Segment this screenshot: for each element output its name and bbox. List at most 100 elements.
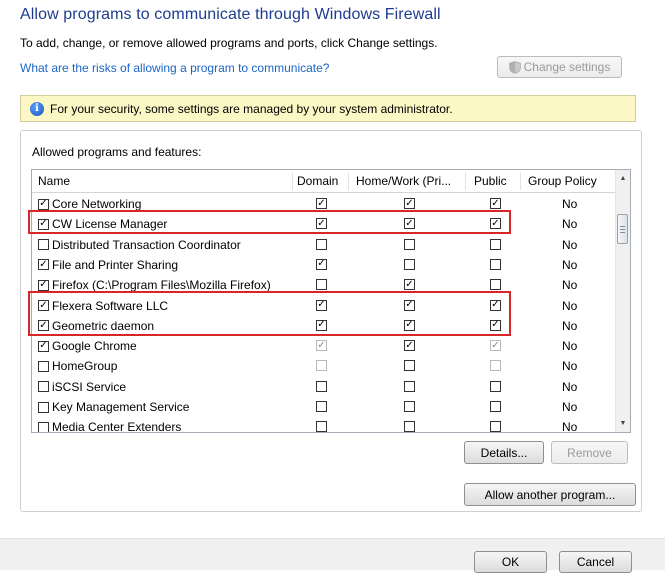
programs-list[interactable]: Name Domain Home/Work (Pri... Public Gro… [31, 169, 631, 433]
enabled-checkbox[interactable] [38, 239, 49, 251]
page-title: Allow programs to communicate through Wi… [20, 6, 441, 23]
table-row[interactable]: Core Networking No [32, 194, 616, 214]
program-name: CW License Manager [52, 217, 168, 232]
public-checkbox[interactable] [490, 380, 501, 392]
cancel-button[interactable]: Cancel [559, 551, 632, 573]
table-row[interactable]: iSCSI Service No [32, 377, 616, 397]
table-row[interactable]: CW License Manager No [32, 214, 616, 234]
info-bar-text: For your security, some settings are man… [50, 101, 453, 116]
home-checkbox[interactable] [404, 360, 415, 372]
enabled-checkbox[interactable] [38, 381, 49, 393]
table-row[interactable]: Geometric daemon No [32, 316, 616, 336]
enabled-checkbox[interactable] [38, 340, 49, 352]
domain-checkbox[interactable] [316, 421, 327, 432]
program-name-cell: Firefox (C:\Program Files\Mozilla Firefo… [38, 278, 271, 292]
column-header-name[interactable]: Name [38, 170, 70, 192]
column-header-home-work[interactable]: Home/Work (Pri... [356, 170, 451, 192]
program-name-cell: Distributed Transaction Coordinator [38, 238, 241, 252]
domain-checkbox[interactable] [316, 401, 327, 412]
home-checkbox[interactable] [404, 380, 415, 392]
home-checkbox[interactable] [404, 238, 415, 250]
change-settings-button[interactable]: Change settings [497, 56, 622, 78]
program-name-cell: iSCSI Service [38, 380, 126, 394]
domain-checkbox[interactable] [316, 198, 327, 209]
table-row[interactable]: Media Center Extenders No [32, 417, 616, 433]
scroll-up-icon[interactable]: ▲ [616, 170, 630, 187]
group-policy-value: No [562, 197, 578, 211]
public-checkbox[interactable] [490, 421, 501, 432]
risks-link[interactable]: What are the risks of allowing a program… [20, 61, 329, 75]
domain-checkbox[interactable] [316, 258, 327, 270]
public-checkbox[interactable] [490, 401, 501, 412]
group-policy-value: No [562, 400, 578, 414]
table-row[interactable]: Key Management Service No [32, 397, 616, 417]
public-checkbox[interactable] [490, 258, 501, 270]
home-checkbox[interactable] [404, 218, 415, 230]
table-row[interactable]: HomeGroup No [32, 356, 616, 376]
details-button[interactable]: Details... [464, 441, 544, 464]
list-header: Name Domain Home/Work (Pri... Public Gro… [32, 170, 616, 193]
home-checkbox[interactable] [404, 299, 415, 311]
group-policy-value: No [562, 237, 578, 252]
domain-checkbox[interactable] [316, 238, 327, 250]
enabled-checkbox[interactable] [38, 320, 49, 332]
table-row[interactable]: Google Chrome No [32, 336, 616, 356]
program-name: Firefox (C:\Program Files\Mozilla Firefo… [52, 278, 271, 293]
enabled-checkbox[interactable] [38, 259, 49, 271]
group-policy-value: No [562, 257, 578, 272]
program-name: iSCSI Service [52, 379, 127, 394]
enabled-checkbox[interactable] [38, 401, 49, 413]
domain-checkbox[interactable] [316, 380, 327, 392]
home-checkbox[interactable] [404, 401, 415, 412]
scroll-thumb[interactable] [617, 214, 628, 244]
home-checkbox[interactable] [404, 198, 415, 209]
security-info-bar: i For your security, some settings are m… [20, 95, 636, 122]
public-checkbox[interactable] [490, 238, 501, 250]
scroll-down-icon[interactable]: ▼ [616, 415, 630, 432]
domain-checkbox[interactable] [316, 340, 327, 352]
ok-button[interactable]: OK [474, 551, 547, 573]
group-policy-value: No [562, 318, 578, 333]
list-scrollbar[interactable]: ▲ ▼ [615, 170, 630, 432]
enabled-checkbox[interactable] [38, 300, 49, 311]
public-checkbox[interactable] [490, 198, 501, 209]
column-header-domain[interactable]: Domain [297, 170, 338, 192]
group-policy-value: No [562, 298, 578, 313]
public-checkbox[interactable] [490, 279, 501, 291]
program-name-cell: Google Chrome [38, 339, 137, 353]
column-header-public[interactable]: Public [474, 170, 507, 192]
home-checkbox[interactable] [404, 258, 415, 270]
table-row[interactable]: Distributed Transaction Coordinator No [32, 235, 616, 255]
allow-another-program-button[interactable]: Allow another program... [464, 483, 636, 506]
program-name: File and Printer Sharing [52, 257, 179, 272]
enabled-checkbox[interactable] [38, 218, 49, 230]
table-row[interactable]: Flexera Software LLC No [32, 296, 616, 316]
remove-button[interactable]: Remove [551, 441, 628, 464]
public-checkbox[interactable] [490, 340, 501, 352]
home-checkbox[interactable] [404, 421, 415, 432]
table-row[interactable]: File and Printer Sharing No [32, 255, 616, 275]
enabled-checkbox[interactable] [38, 421, 49, 432]
group-policy-value: No [562, 359, 578, 374]
enabled-checkbox[interactable] [38, 360, 49, 372]
domain-checkbox[interactable] [316, 218, 327, 230]
public-checkbox[interactable] [490, 360, 501, 372]
public-checkbox[interactable] [490, 299, 501, 311]
domain-checkbox[interactable] [316, 319, 327, 331]
home-checkbox[interactable] [404, 340, 415, 352]
public-checkbox[interactable] [490, 319, 501, 331]
domain-checkbox[interactable] [316, 299, 327, 311]
enabled-checkbox[interactable] [38, 279, 49, 291]
program-name: HomeGroup [52, 359, 118, 374]
domain-checkbox[interactable] [316, 360, 327, 372]
public-checkbox[interactable] [490, 218, 501, 230]
program-name: Media Center Extenders [52, 420, 182, 433]
group-policy-value: No [562, 420, 578, 433]
home-checkbox[interactable] [404, 279, 415, 291]
table-row[interactable]: Firefox (C:\Program Files\Mozilla Firefo… [32, 275, 616, 295]
column-header-group-policy[interactable]: Group Policy [528, 170, 597, 192]
home-checkbox[interactable] [404, 319, 415, 331]
domain-checkbox[interactable] [316, 279, 327, 291]
enabled-checkbox[interactable] [38, 198, 49, 210]
program-name-cell: Core Networking [38, 197, 141, 211]
